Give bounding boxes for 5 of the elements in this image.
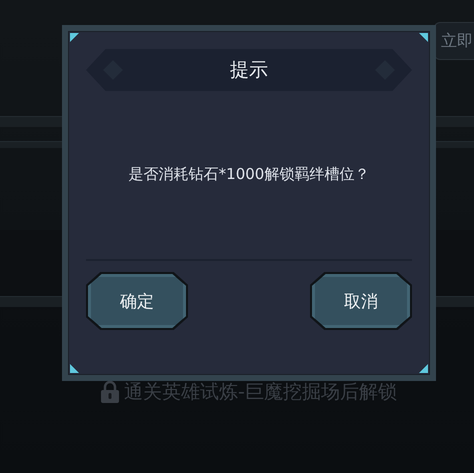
cancel-button[interactable]: 取消	[310, 272, 412, 330]
confirm-button[interactable]: 确定	[86, 272, 188, 330]
dialog-title: 提示	[230, 58, 268, 83]
dialog-message: 是否消耗钻石*1000解锁羁绊槽位？	[128, 165, 370, 185]
unlock-button[interactable]: 立即	[434, 22, 474, 60]
